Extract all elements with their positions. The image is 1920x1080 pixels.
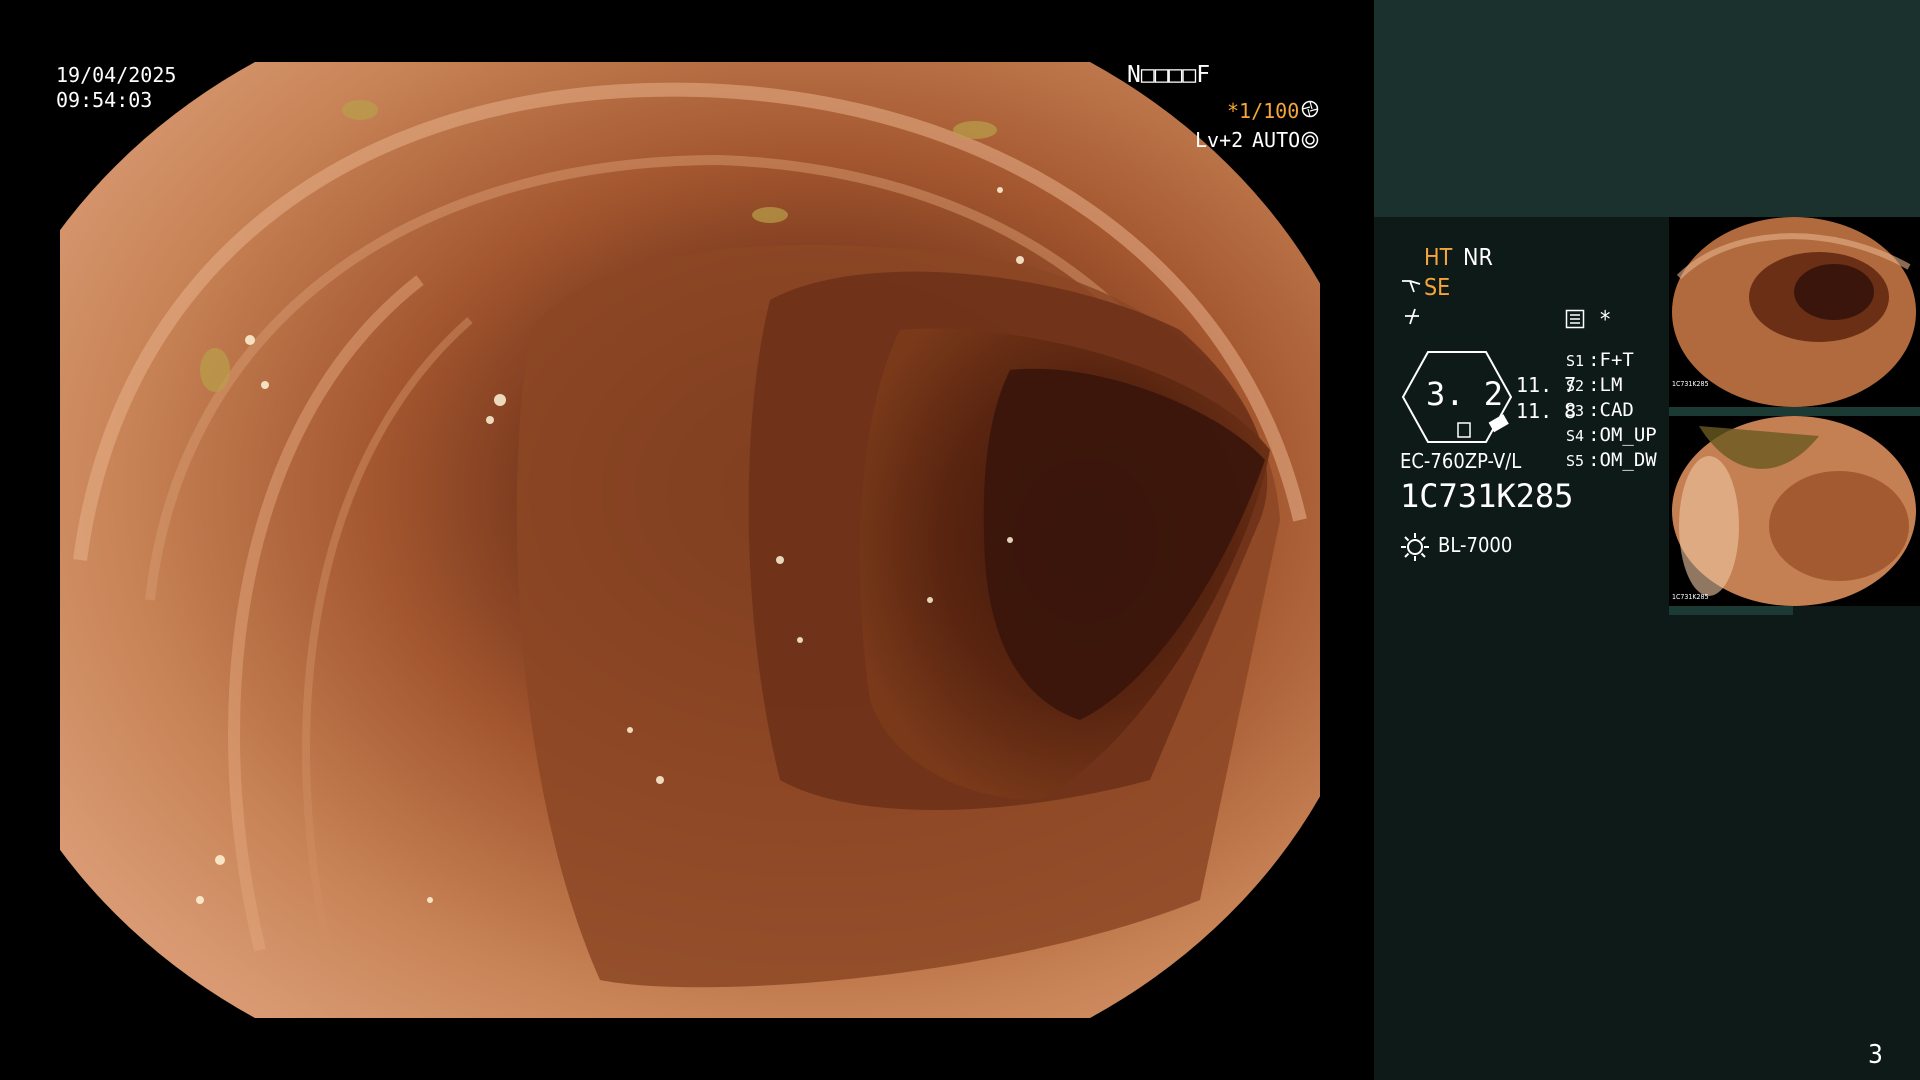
- scope-serial: 1C731K285: [1400, 477, 1574, 515]
- exam-date: 19/04/2025: [56, 63, 177, 87]
- thumbnail-2[interactable]: 1C731K285: [1669, 416, 1920, 606]
- scene-key: S2: [1566, 377, 1585, 395]
- scene-row-s3: S3:CAD: [1566, 399, 1634, 421]
- record-icon: [1565, 309, 1585, 335]
- shutter-speed: *1/100: [1227, 99, 1300, 123]
- scene-value: OM_DW: [1599, 449, 1657, 471]
- endoscope-viewer: 19/04/2025 09:54:03 N□□□□F *1/100 Lv+2 A…: [0, 0, 1374, 1080]
- scene-key: S1: [1566, 352, 1585, 370]
- thumbnail-progress: [1669, 606, 1793, 615]
- scene-key: S4: [1566, 427, 1585, 445]
- scope-diameter-badge: 3. 2: [1398, 350, 1516, 444]
- scene-value: CAD: [1599, 399, 1634, 421]
- aperture-icon: [1301, 99, 1319, 124]
- ht-indicator: HT: [1424, 245, 1453, 271]
- light-source: BL-7000: [1438, 533, 1513, 557]
- nr-indicator: NR: [1463, 245, 1493, 271]
- thumbnail-1[interactable]: 1C731K285: [1669, 217, 1920, 407]
- thumbnail-label: 1C731K285: [1672, 593, 1709, 601]
- scene-key: S3: [1566, 402, 1585, 420]
- freeze-icon: [1402, 306, 1422, 332]
- thumbnail-divider: [1669, 407, 1920, 416]
- scene-row-s1: S1:F+T: [1566, 349, 1634, 371]
- se-indicator: SE: [1424, 275, 1451, 301]
- scene-row-s4: S4:OM_UP: [1566, 424, 1657, 446]
- scene-row-s2: S2:LM: [1566, 374, 1623, 396]
- endoscopic-image: [60, 62, 1320, 1018]
- exam-time: 09:54:03: [56, 88, 153, 112]
- asterisk-marker: *: [1600, 307, 1611, 333]
- scene-key: S5: [1566, 452, 1585, 470]
- iris-mode: AUTO: [1252, 128, 1301, 152]
- scene-value: LM: [1599, 374, 1623, 396]
- scene-value: F+T: [1599, 349, 1634, 371]
- scope-model: EC-760ZP-V/L: [1400, 449, 1522, 473]
- page-number: 3: [1868, 1040, 1883, 1070]
- light-source-icon: [1400, 532, 1430, 568]
- scene-row-s5: S5:OM_DW: [1566, 449, 1657, 471]
- patient-code: N□□□□F: [1127, 62, 1211, 88]
- level-indicator: Lv+2: [1195, 128, 1244, 152]
- scope-angle-icon: [1400, 276, 1422, 302]
- thumbnail-image: [1672, 416, 1916, 606]
- panel-header-area: [1374, 0, 1920, 217]
- auto-iris-icon: [1301, 130, 1319, 155]
- scene-value: OM_UP: [1599, 424, 1657, 446]
- thumbnail-label: 1C731K285: [1672, 380, 1709, 388]
- scope-diameter: 3. 2: [1426, 375, 1504, 413]
- thumbnail-image: [1672, 217, 1916, 407]
